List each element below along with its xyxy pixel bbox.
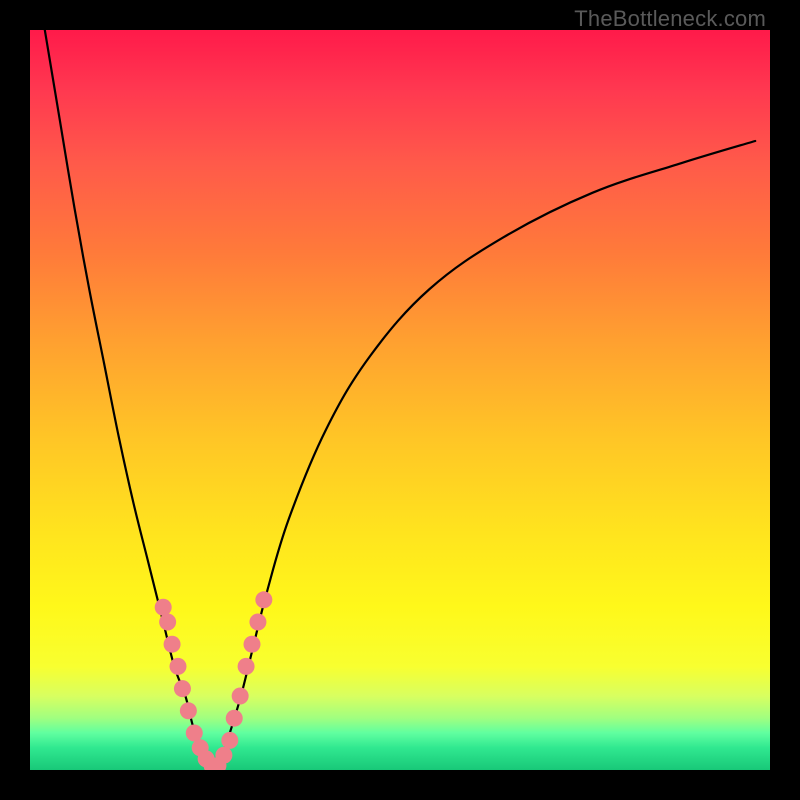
marker-dot bbox=[249, 614, 266, 631]
marker-dot bbox=[170, 658, 187, 675]
marker-dot bbox=[215, 747, 232, 764]
marker-dot bbox=[232, 688, 249, 705]
marker-dot bbox=[155, 599, 172, 616]
marker-dot bbox=[244, 636, 261, 653]
curve-layer bbox=[30, 30, 770, 770]
marker-dot bbox=[221, 732, 238, 749]
marker-dot bbox=[255, 591, 272, 608]
chart-frame: TheBottleneck.com bbox=[0, 0, 800, 800]
watermark-text: TheBottleneck.com bbox=[574, 6, 766, 32]
marker-dot bbox=[174, 680, 191, 697]
left-curve bbox=[45, 30, 215, 770]
right-curve bbox=[215, 141, 755, 770]
marker-dot bbox=[159, 614, 176, 631]
marker-dot bbox=[186, 725, 203, 742]
plot-area bbox=[30, 30, 770, 770]
marker-dot bbox=[164, 636, 181, 653]
marker-dot bbox=[238, 658, 255, 675]
marker-dot bbox=[226, 710, 243, 727]
marker-group bbox=[155, 591, 273, 770]
marker-dot bbox=[180, 702, 197, 719]
